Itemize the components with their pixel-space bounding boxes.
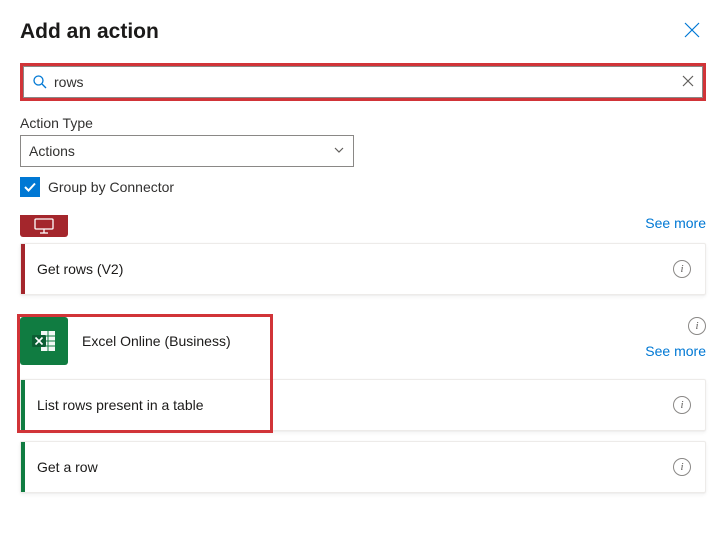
chevron-down-icon	[333, 143, 345, 159]
connector-group-excel: Excel Online (Business) i See more List …	[20, 317, 706, 493]
action-left: Get a row	[21, 442, 98, 492]
action-item-get-rows-v2[interactable]: Get rows (V2) i	[20, 243, 706, 295]
action-left: Get rows (V2)	[21, 244, 123, 294]
excel-icon	[30, 327, 58, 355]
excel-connector-tile	[20, 317, 68, 365]
action-type-value: Actions	[29, 143, 75, 159]
group-by-checkbox[interactable]	[20, 177, 40, 197]
clear-search-button[interactable]	[682, 74, 694, 90]
search-icon	[32, 74, 48, 90]
see-more-link[interactable]: See more	[645, 343, 706, 359]
action-item-list-rows[interactable]: List rows present in a table i	[20, 379, 706, 431]
info-icon[interactable]: i	[673, 396, 691, 414]
see-more-link[interactable]: See more	[645, 215, 706, 231]
close-button[interactable]	[678, 20, 706, 45]
action-type-label: Action Type	[20, 115, 706, 131]
group-by-label: Group by Connector	[48, 179, 174, 195]
search-highlight-frame	[20, 63, 706, 101]
info-icon[interactable]: i	[673, 458, 691, 476]
info-icon[interactable]: i	[673, 260, 691, 278]
action-type-select[interactable]: Actions	[20, 135, 354, 167]
close-icon	[684, 22, 700, 38]
action-left: List rows present in a table	[21, 380, 204, 430]
dialog-header: Add an action	[20, 20, 706, 45]
search-input[interactable]	[54, 74, 682, 90]
action-label: Get rows (V2)	[25, 261, 123, 277]
group-by-row: Group by Connector	[20, 177, 706, 197]
connector-title: Excel Online (Business)	[82, 333, 231, 349]
action-item-get-a-row[interactable]: Get a row i	[20, 441, 706, 493]
info-icon[interactable]: i	[688, 317, 706, 335]
connector-header: Excel Online (Business) i See more	[20, 317, 706, 365]
dialog-title: Add an action	[20, 20, 159, 44]
connector-header-right: i See more	[645, 317, 706, 359]
connector-header-left[interactable]: Excel Online (Business)	[20, 317, 231, 365]
action-label: List rows present in a table	[25, 397, 204, 413]
monitor-icon	[33, 218, 55, 234]
connector-tile[interactable]	[20, 215, 68, 237]
connector-header-row: See more	[20, 215, 706, 237]
checkmark-icon	[23, 180, 37, 194]
action-label: Get a row	[25, 459, 98, 475]
search-box[interactable]	[23, 66, 703, 98]
